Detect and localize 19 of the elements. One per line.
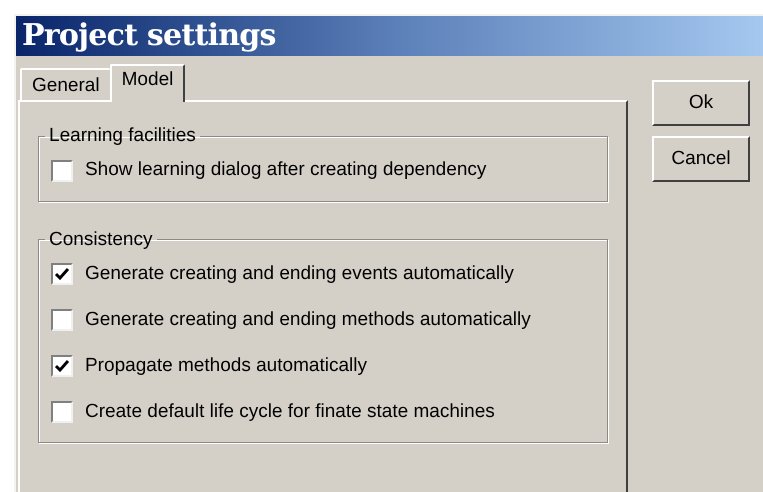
checkmark-icon [55, 268, 69, 280]
option-label: Create default life cycle for finate state machines [85, 400, 495, 424]
dialog-button[interactable]: Ok [652, 80, 750, 126]
checkbox[interactable] [51, 309, 73, 331]
tab[interactable]: General [20, 68, 110, 100]
option-label: Generate creating and ending events automatically [85, 262, 514, 286]
window-title: Project settings [22, 21, 276, 51]
tab[interactable]: Model [110, 64, 186, 102]
checkmark-icon [55, 360, 69, 372]
option-label: Generate creating and ending methods automatically [85, 308, 531, 332]
dialog-button[interactable]: Cancel [652, 136, 750, 182]
checkbox[interactable] [51, 160, 73, 182]
option-label: Show learning dialog after creating dependency [85, 158, 486, 182]
checkbox[interactable] [51, 401, 73, 423]
checkbox[interactable] [51, 263, 73, 285]
group-title: Consistency [48, 228, 154, 252]
option-label: Propagate methods automatically [85, 354, 367, 378]
checkbox[interactable] [51, 355, 73, 377]
group-title: Learning facilities [48, 124, 197, 148]
